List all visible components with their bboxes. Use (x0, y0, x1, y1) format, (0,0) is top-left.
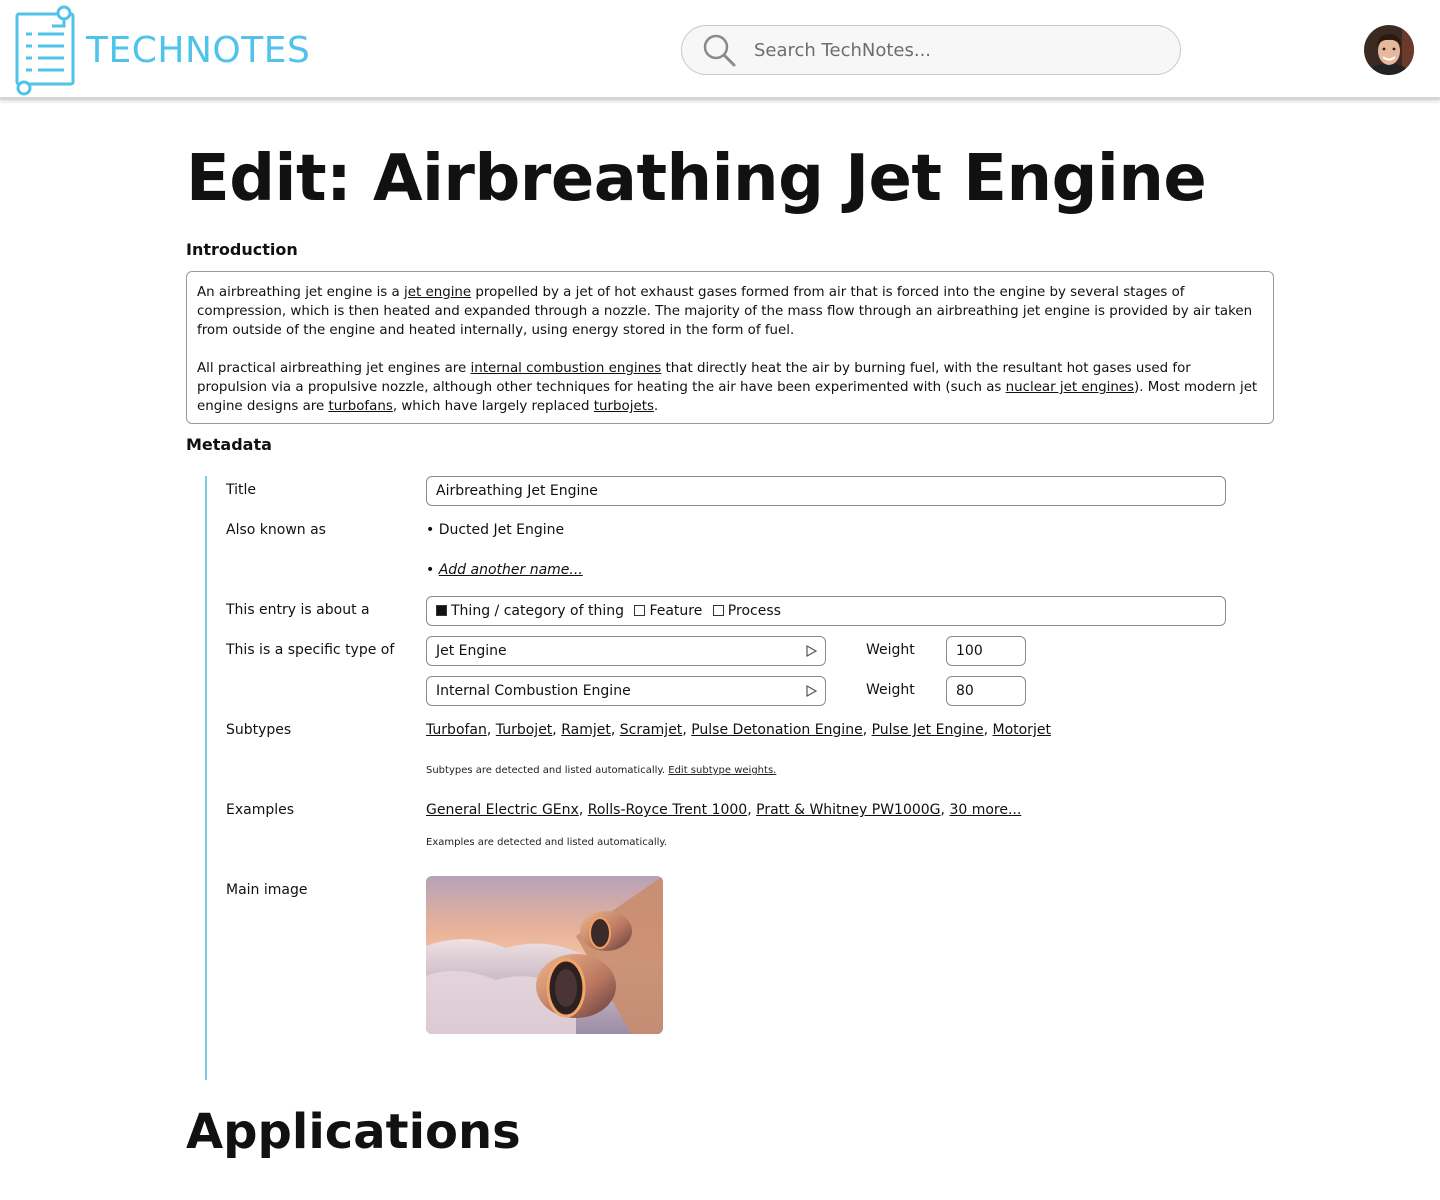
notes-logo-icon (15, 5, 75, 96)
metadata-divider (205, 476, 207, 1080)
subtypes-list: Turbofan, Turbojet, Ramjet, Scramjet, Pu… (426, 722, 1051, 738)
intro-paragraph-1: An airbreathing jet engine is a jet engi… (197, 283, 1263, 340)
introduction-label: Introduction (186, 240, 298, 259)
separator: , (682, 722, 692, 738)
page-title: Edit: Airbreathing Jet Engine (186, 142, 1207, 216)
about-label: This entry is about a (226, 602, 370, 618)
about-option-thing[interactable]: Thing / category of thing (436, 603, 624, 619)
example-link[interactable]: General Electric GEnx (426, 802, 579, 818)
about-option-label: Feature (649, 603, 703, 619)
jet-engine-photo (426, 876, 663, 1034)
avatar-photo (1364, 25, 1414, 75)
main-image-label: Main image (226, 882, 308, 898)
subtype-link[interactable]: Motorjet (992, 722, 1050, 738)
intro-text-run: An airbreathing jet engine is a (197, 285, 404, 300)
subtype-link[interactable]: Turbojet (496, 722, 553, 738)
example-link[interactable]: Rolls-Royce Trent 1000 (588, 802, 748, 818)
type-name: Internal Combustion Engine (436, 683, 631, 699)
logo-text: TECHNOTES (86, 29, 311, 71)
title-label: Title (226, 482, 257, 498)
separator: , (486, 722, 496, 738)
search-bar[interactable] (681, 25, 1181, 75)
type-select-2[interactable]: Internal Combustion Engine (426, 676, 826, 706)
top-header: TECHNOTES (0, 0, 1440, 100)
checkbox-checked-icon (436, 605, 447, 616)
examples-label: Examples (226, 802, 295, 818)
separator: , (552, 722, 562, 738)
separator: , (747, 802, 757, 818)
title-field[interactable] (426, 476, 1226, 506)
add-another-name-link[interactable]: Add another name... (439, 562, 583, 578)
example-link[interactable]: 30 more... (949, 802, 1021, 818)
separator: , (610, 722, 620, 738)
inline-link[interactable]: internal combustion engines (471, 361, 662, 376)
play-triangle-icon[interactable] (805, 685, 817, 697)
intro-text-run: , which have largely replaced (392, 399, 594, 414)
subtypes-note-text: Subtypes are detected and listed automat… (426, 765, 666, 776)
examples-note: Examples are detected and listed automat… (426, 837, 668, 848)
weight-input-2[interactable] (946, 676, 1026, 706)
intro-text-run: All practical airbreathing jet engines a… (197, 361, 471, 376)
play-triangle-icon[interactable] (805, 645, 817, 657)
inline-link[interactable]: turbofans (329, 399, 393, 414)
metadata-label: Metadata (186, 435, 272, 454)
about-option-label: Thing / category of thing (451, 603, 624, 619)
search-input[interactable] (754, 39, 1154, 61)
separator: , (578, 802, 588, 818)
introduction-editor[interactable]: An airbreathing jet engine is a jet engi… (186, 271, 1274, 424)
checkbox-unchecked-icon (712, 605, 724, 616)
main-image[interactable] (426, 876, 663, 1034)
edit-subtype-weights-link[interactable]: Edit subtype weights. (668, 765, 776, 776)
technotes-logo[interactable]: TECHNOTES (14, 4, 314, 96)
inline-link[interactable]: turbojets (594, 399, 654, 414)
checkbox-unchecked-icon (634, 605, 646, 616)
weight-input-1[interactable] (946, 636, 1026, 666)
example-link[interactable]: Pratt & Whitney PW1000G (756, 802, 940, 818)
inline-link[interactable]: jet engine (404, 285, 471, 300)
about-option-feature[interactable]: Feature (634, 603, 702, 619)
subtype-link[interactable]: Pulse Detonation Engine (691, 722, 862, 738)
examples-list: General Electric GEnx, Rolls-Royce Trent… (426, 802, 1021, 818)
subtypes-note: Subtypes are detected and listed automat… (426, 765, 776, 776)
subtypes-label: Subtypes (226, 722, 292, 738)
about-selector: Thing / category of thing Feature Proces… (426, 596, 1226, 626)
separator: , (862, 722, 872, 738)
type-name: Jet Engine (436, 643, 507, 659)
add-name-row: • Add another name... (426, 562, 583, 578)
subtype-link[interactable]: Scramjet (620, 722, 683, 738)
aka-item: • Ducted Jet Engine (426, 522, 565, 538)
type-label: This is a specific type of (226, 642, 395, 658)
about-option-label: Process (727, 603, 781, 619)
bullet: • (426, 562, 435, 578)
inline-link[interactable]: nuclear jet engines (1006, 380, 1134, 395)
intro-paragraph-2: All practical airbreathing jet engines a… (197, 359, 1263, 416)
weight-label: Weight (866, 642, 915, 658)
avatar[interactable] (1364, 25, 1414, 75)
intro-text-run: . (653, 399, 659, 414)
aka-label: Also known as (226, 522, 326, 538)
weight-label: Weight (866, 682, 915, 698)
about-option-process[interactable]: Process (712, 603, 781, 619)
subtype-link[interactable]: Ramjet (561, 722, 611, 738)
subtype-link[interactable]: Turbofan (426, 722, 487, 738)
type-select-1[interactable]: Jet Engine (426, 636, 826, 666)
applications-heading: Applications (186, 1104, 521, 1160)
search-icon[interactable] (702, 33, 736, 67)
subtype-link[interactable]: Pulse Jet Engine (872, 722, 984, 738)
